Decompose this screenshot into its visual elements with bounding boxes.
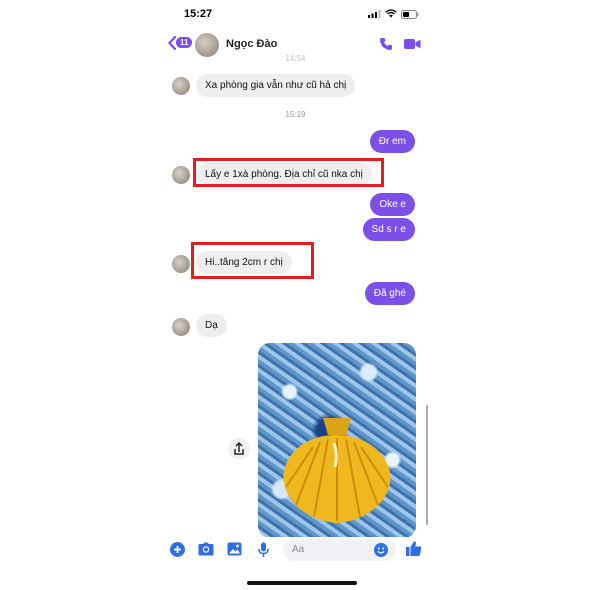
- share-icon: [234, 441, 244, 455]
- battery-icon: [401, 10, 419, 19]
- share-button[interactable]: [228, 438, 250, 460]
- timestamp: 14:54: [285, 54, 306, 63]
- home-indicator[interactable]: [247, 581, 357, 585]
- camera-icon[interactable]: [198, 542, 214, 556]
- status-time: 15:27: [184, 8, 213, 20]
- like-icon[interactable]: [405, 540, 422, 557]
- sender-avatar: [172, 77, 190, 95]
- messenger-screen: 15:27 11 Ngọc Đào 14:54 Xa phòng gia vẫn…: [160, 0, 431, 590]
- status-bar: 15:27: [160, 0, 431, 24]
- red-highlight-box: [191, 242, 314, 279]
- wifi-icon: [385, 9, 397, 18]
- outgoing-message[interactable]: Sd s r e: [362, 218, 415, 241]
- shell-soap-image: [283, 418, 391, 523]
- contact-name[interactable]: Ngọc Đào: [226, 38, 277, 50]
- emoji-icon[interactable]: [374, 543, 388, 557]
- incoming-message[interactable]: Dạ: [196, 314, 227, 337]
- plus-icon[interactable]: [170, 542, 185, 557]
- message-input-placeholder: Aa: [292, 544, 305, 555]
- timestamp: 15:19: [285, 110, 306, 119]
- back-chevron-icon[interactable]: [168, 36, 176, 50]
- sender-avatar: [172, 318, 190, 336]
- shared-photo[interactable]: [258, 343, 416, 538]
- call-icon[interactable]: [379, 37, 393, 51]
- red-highlight-box: [193, 158, 384, 187]
- message-input[interactable]: Aa: [283, 539, 396, 561]
- message-composer: Aa: [160, 537, 431, 565]
- outgoing-message[interactable]: Đr em: [369, 130, 415, 153]
- unread-badge: 11: [176, 37, 193, 48]
- mic-icon[interactable]: [258, 542, 269, 558]
- incoming-message[interactable]: Xa phòng gia vẫn như cũ hả chị: [196, 74, 356, 97]
- sender-avatar: [172, 166, 190, 184]
- scrollbar[interactable]: [426, 405, 428, 525]
- video-icon[interactable]: [404, 38, 421, 50]
- gallery-icon[interactable]: [227, 542, 242, 556]
- signal-icon: [368, 10, 381, 18]
- outgoing-message[interactable]: Đã ghé: [364, 282, 415, 305]
- sender-avatar: [172, 255, 190, 273]
- outgoing-message[interactable]: Oke e: [370, 193, 415, 216]
